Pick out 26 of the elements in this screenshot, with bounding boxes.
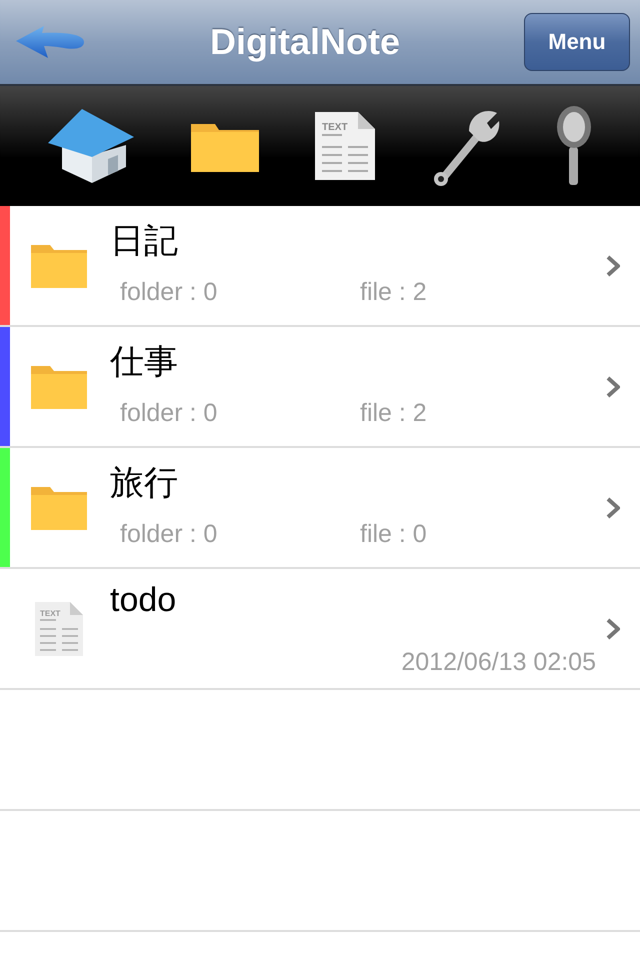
chevron-icon [606,254,620,276]
file-count: file : 2 [360,399,427,428]
house-icon[interactable] [46,107,136,185]
text-document-icon: TEXT [34,600,84,656]
folder-icon [30,364,88,410]
chevron-icon [606,618,620,640]
chevron-icon [606,496,620,518]
item-name: 日記 [110,221,179,262]
list-row[interactable]: 仕事 folder : 0 file : 2 [0,327,640,448]
app-title: DigitalNote [210,21,400,63]
list-row[interactable]: TEXT todo 2012/06/13 02:05 [0,569,640,690]
folder-count: folder : 0 [120,520,218,549]
folder-icon [30,242,88,288]
file-count: file : 0 [360,520,427,549]
folder-count: folder : 0 [120,278,218,307]
file-count: file : 2 [360,278,427,307]
folder-count: folder : 0 [120,399,218,428]
chevron-icon [606,376,620,398]
menu-button[interactable]: Menu [524,13,630,71]
item-name: 旅行 [110,463,179,504]
folder-icon [30,484,88,530]
item-name: 仕事 [110,342,179,383]
list-row[interactable]: 日記 folder : 0 file : 2 [0,206,640,327]
item-name: todo [110,581,178,620]
list-row[interactable]: 旅行 folder : 0 file : 0 [0,448,640,569]
modified-date: 2012/06/13 02:05 [401,648,596,677]
